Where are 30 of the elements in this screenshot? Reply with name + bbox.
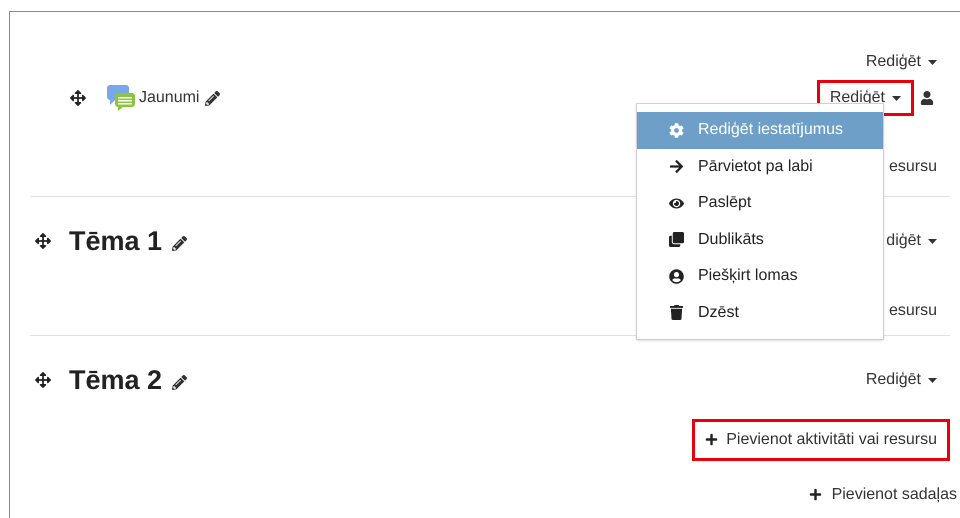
pencil-icon[interactable] (205, 90, 220, 106)
menu-item[interactable]: Dzēst (637, 294, 883, 331)
arrow-right-icon (669, 159, 684, 174)
menu-item[interactable]: Piešķirt lomas (637, 258, 883, 294)
add-section-link[interactable]: Pievienot sadaļas (808, 482, 960, 506)
move-icon[interactable] (70, 90, 86, 106)
section-title: Tēma 1 (69, 225, 162, 258)
gear-icon (669, 122, 684, 138)
caret-icon (928, 60, 937, 64)
add-activity-link[interactable]: Pievienot aktivitāti vai resursu (692, 418, 950, 460)
edit-menu-button[interactable]: Rediģēt (852, 362, 950, 398)
plus-icon (705, 433, 718, 446)
edit-menu-button[interactable]: Rediģēt (852, 44, 950, 80)
caret-icon (928, 238, 937, 244)
move-icon[interactable] (35, 372, 51, 388)
user-icon (920, 91, 934, 105)
caret-icon (892, 96, 901, 100)
menu-item[interactable]: Paslēpt (637, 185, 883, 222)
copy-icon (669, 232, 684, 248)
forum-icon (106, 84, 136, 112)
section-title: Tēma 2 (69, 364, 162, 397)
activity-link[interactable]: Jaunumi (139, 86, 200, 110)
pencil-icon[interactable] (172, 375, 188, 390)
eye-icon (669, 196, 684, 211)
plus-icon (808, 488, 822, 501)
pencil-icon[interactable] (172, 236, 188, 252)
menu-item[interactable]: Pārvietot pa labi (637, 148, 883, 185)
caret-icon (928, 378, 937, 383)
move-icon[interactable] (35, 233, 51, 250)
trash-icon (669, 305, 684, 320)
